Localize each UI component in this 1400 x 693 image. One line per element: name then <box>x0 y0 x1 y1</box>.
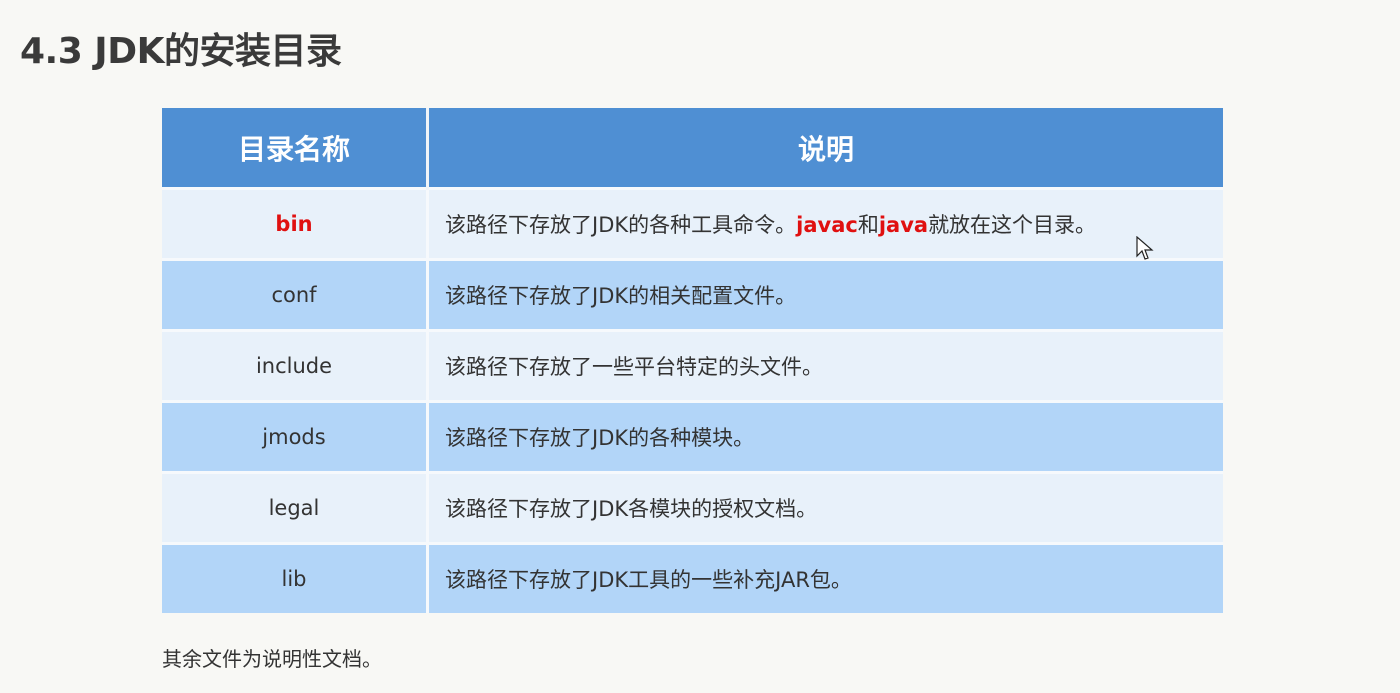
directory-name: legal <box>162 471 429 544</box>
javac-highlight: javac <box>796 213 858 237</box>
directory-name: bin <box>162 187 429 260</box>
java-highlight: java <box>878 213 929 237</box>
table-row: bin 该路径下存放了JDK的各种工具命令。javac和java就放在这个目录。 <box>162 187 1223 260</box>
directory-name: lib <box>162 542 429 613</box>
directory-name: conf <box>162 258 429 331</box>
directory-description: 该路径下存放了JDK的各种工具命令。javac和java就放在这个目录。 <box>427 187 1223 260</box>
table-header: 目录名称 说明 <box>162 108 1223 189</box>
directory-name: jmods <box>162 400 429 473</box>
table-row: lib 该路径下存放了JDK工具的一些补充JAR包。 <box>162 542 1223 613</box>
directory-description: 该路径下存放了一些平台特定的头文件。 <box>427 329 1223 402</box>
page-title: 4.3 JDK的安装目录 <box>20 31 342 72</box>
table-row: conf 该路径下存放了JDK的相关配置文件。 <box>162 258 1223 331</box>
header-directory-name: 目录名称 <box>162 108 429 189</box>
table-row: jmods 该路径下存放了JDK的各种模块。 <box>162 400 1223 473</box>
desc-text: 该路径下存放了JDK的各种工具命令。 <box>445 213 797 237</box>
directory-description: 该路径下存放了JDK的相关配置文件。 <box>427 258 1223 331</box>
header-description: 说明 <box>427 108 1223 189</box>
desc-text: 就放在这个目录。 <box>928 213 1097 237</box>
jdk-directory-table: 目录名称 说明 bin 该路径下存放了JDK的各种工具命令。javac和java… <box>162 108 1223 613</box>
mouse-cursor-icon <box>1136 236 1154 260</box>
desc-text: 和 <box>857 213 879 237</box>
directory-name: include <box>162 329 429 402</box>
footer-note: 其余文件为说明性文档。 <box>162 647 382 671</box>
directory-description: 该路径下存放了JDK工具的一些补充JAR包。 <box>427 542 1223 613</box>
table-row: include 该路径下存放了一些平台特定的头文件。 <box>162 329 1223 402</box>
directory-description: 该路径下存放了JDK各模块的授权文档。 <box>427 471 1223 544</box>
directory-description: 该路径下存放了JDK的各种模块。 <box>427 400 1223 473</box>
table-row: legal 该路径下存放了JDK各模块的授权文档。 <box>162 471 1223 544</box>
